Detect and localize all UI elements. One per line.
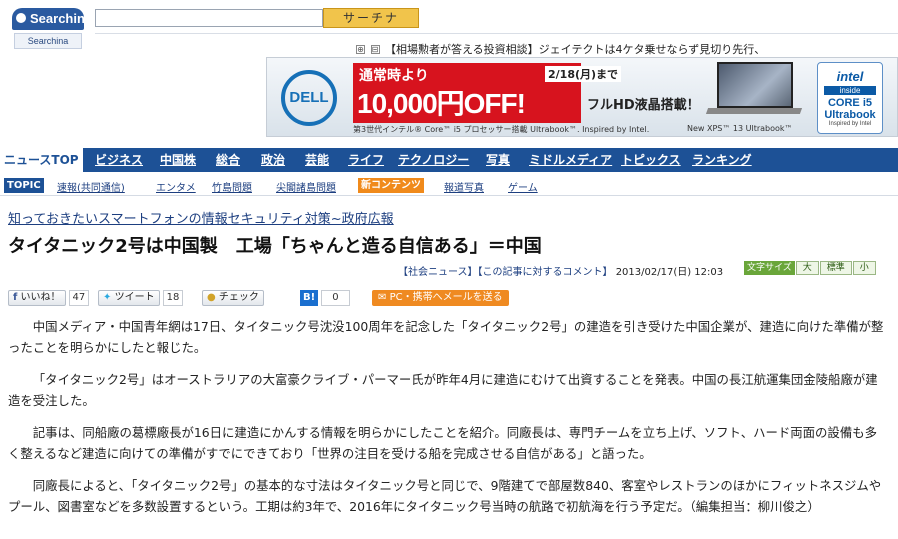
mail-share: ✉ PC・携帯へメールを送る: [372, 290, 509, 306]
mixi-check-button[interactable]: ● チェック: [202, 290, 264, 306]
hatena-bookmark-icon[interactable]: B!: [300, 290, 319, 306]
article-paragraph: 「タイタニック2号」はオーストラリアの大富豪クライブ・パーマー氏が昨年4月に建造…: [8, 372, 878, 408]
pr-link[interactable]: 知っておきたいスマートフォンの情報セキュリティ対策~政府広報: [8, 208, 394, 227]
nav-news-top[interactable]: ニュースTOP: [0, 148, 83, 172]
sub-item-takeshima[interactable]: 竹島問題: [212, 179, 252, 194]
expand-icon[interactable]: ⊕: [356, 45, 365, 54]
facebook-count: 47: [68, 290, 90, 306]
dell-logo: DELL: [281, 70, 337, 126]
intel-ultrabook: Ultrabook: [824, 109, 876, 121]
hatena-count: 0: [321, 290, 350, 306]
facebook-like-button[interactable]: f いいね！: [8, 290, 66, 306]
ad-banner[interactable]: DELL 通常時より 10,000円OFF! 2/18(月)まで フルHD液晶搭…: [266, 57, 898, 137]
font-size-label: 文字サイズ: [744, 261, 795, 275]
mixi-icon: ●: [207, 292, 216, 303]
article-date: 2013/02/17(日) 12:03: [615, 267, 724, 278]
collapse-icon[interactable]: ⊟: [370, 45, 380, 54]
header-divider: [95, 33, 898, 34]
font-size-standard[interactable]: 標準: [819, 261, 852, 275]
article-paragraph: 中国メディア・中国青年網は17日、タイタニック号沈没100周年を記念した「タイタ…: [8, 319, 884, 355]
intel-logo: intel: [836, 69, 864, 84]
logo-mark: Searchina: [12, 8, 92, 30]
font-size-control: 文字サイズ 大 標準 小: [744, 261, 876, 275]
article-paragraph: 同廠長によると、「タイタニック2号」の基本的な寸法はタイタニック号と同じで、9階…: [8, 478, 882, 514]
sub-item-kyodo[interactable]: 速報(共同通信): [57, 179, 125, 194]
news-ticker: ⊕ ⊟ 【相場勲者が答える投資相談】ジェイテクトは4ケタ乗せならず見切り先行、: [356, 41, 765, 57]
mixi-label: チェック: [218, 292, 259, 303]
nav-photo[interactable]: 写真: [486, 148, 510, 172]
mixi-share: ● チェック: [202, 290, 264, 306]
promo-line2: 10,000円OFF!: [357, 88, 526, 119]
nav-china-stocks[interactable]: 中国株: [160, 148, 196, 172]
new-content-label: 新コンテンツ: [358, 178, 424, 193]
promo-subtitle: フルHD液晶搭載！: [587, 98, 700, 113]
intel-inside: inside: [824, 86, 876, 95]
facebook-like-label: いいね！: [20, 292, 61, 303]
intel-badge: intel inside CORE i5 Ultrabook Inspired …: [817, 62, 883, 134]
intel-tagline: Inspired by Intel: [828, 121, 872, 127]
twitter-icon: ✦: [103, 292, 112, 303]
nav-general[interactable]: 総合: [216, 148, 240, 172]
tweet-count: 18: [162, 290, 184, 306]
nav-business[interactable]: ビジネス: [95, 148, 143, 172]
send-mail-label: PC・携帯へメールを送る: [389, 292, 503, 303]
sub-item-senkaku[interactable]: 尖閣諸島問題: [276, 179, 336, 194]
twitter-share: ✦ ツイート 18: [98, 290, 184, 306]
nav-middle-media[interactable]: ミドルメディア: [529, 148, 612, 172]
nav-ranking[interactable]: ランキング: [692, 148, 752, 172]
sub-nav: TOPIC 速報(共同通信) エンタメ 竹島問題 尖閣諸島問題 新コンテンツ 報…: [0, 176, 898, 196]
laptop-image: [705, 62, 803, 120]
main-nav: ニュースTOP ビジネス 中国株 総合 政治 芸能 ライフ テクノロジー 写真 …: [0, 148, 898, 172]
site-logo[interactable]: Searchina Searchina: [12, 6, 92, 49]
font-size-large[interactable]: 大: [795, 261, 819, 275]
nav-topics[interactable]: トピックス: [621, 148, 681, 172]
category-link[interactable]: 【社会ニュース】: [398, 267, 478, 278]
nav-technology[interactable]: テクノロジー: [398, 148, 469, 172]
article-body: 中国メディア・中国青年網は17日、タイタニック号沈没100周年を記念した「タイタ…: [8, 316, 886, 528]
nav-entertainment[interactable]: 芸能: [305, 148, 329, 172]
mail-icon: ✉: [378, 292, 387, 303]
search-input[interactable]: [95, 9, 323, 27]
topic-label: TOPIC: [4, 178, 44, 193]
article-headline: タイタニック2号は中国製 工場「ちゃんと造る自信ある」＝中国: [8, 236, 542, 257]
tweet-label: ツイート: [114, 292, 155, 303]
font-size-small[interactable]: 小: [852, 261, 876, 275]
nav-politics[interactable]: 政治: [261, 148, 285, 172]
nav-life[interactable]: ライフ: [348, 148, 384, 172]
logo-tab[interactable]: Searchina: [14, 33, 82, 49]
send-mail-button[interactable]: ✉ PC・携帯へメールを送る: [372, 290, 509, 306]
ticker-link[interactable]: 【相場勲者が答える投資相談】ジェイテクトは4ケタ乗せならず見切り先行、: [385, 43, 765, 56]
sub-item-press-photo[interactable]: 報道写真: [444, 179, 484, 194]
facebook-icon: f: [13, 292, 18, 303]
tweet-button[interactable]: ✦ ツイート: [98, 290, 160, 306]
search-button-label: サーチナ: [342, 11, 399, 25]
intel-core: CORE i5: [827, 97, 872, 109]
article-meta: 【社会ニュース】【この記事に対するコメント】 2013/02/17(日) 12:…: [398, 263, 723, 278]
facebook-share: f いいね！ 47: [8, 290, 90, 306]
search-button[interactable]: サーチナ: [323, 8, 419, 28]
hatena-share: B! 0: [300, 290, 350, 306]
banner-model: New XPS™ 13 Ultrabook™: [687, 124, 793, 133]
sub-item-game[interactable]: ゲーム: [508, 179, 538, 194]
banner-note: 第3世代インテル® Core™ i5 プロセッサー搭載 Ultrabook™. …: [353, 125, 650, 134]
article-paragraph: 記事は、同船廠の葛標廠長が16日に建造にかんする情報を明らかにしたことを紹介。同…: [8, 425, 877, 461]
sub-item-entame[interactable]: エンタメ: [156, 179, 196, 194]
comment-link[interactable]: 【この記事に対するコメント】: [478, 267, 613, 278]
promo-date: 2/18(月)まで: [545, 66, 622, 82]
